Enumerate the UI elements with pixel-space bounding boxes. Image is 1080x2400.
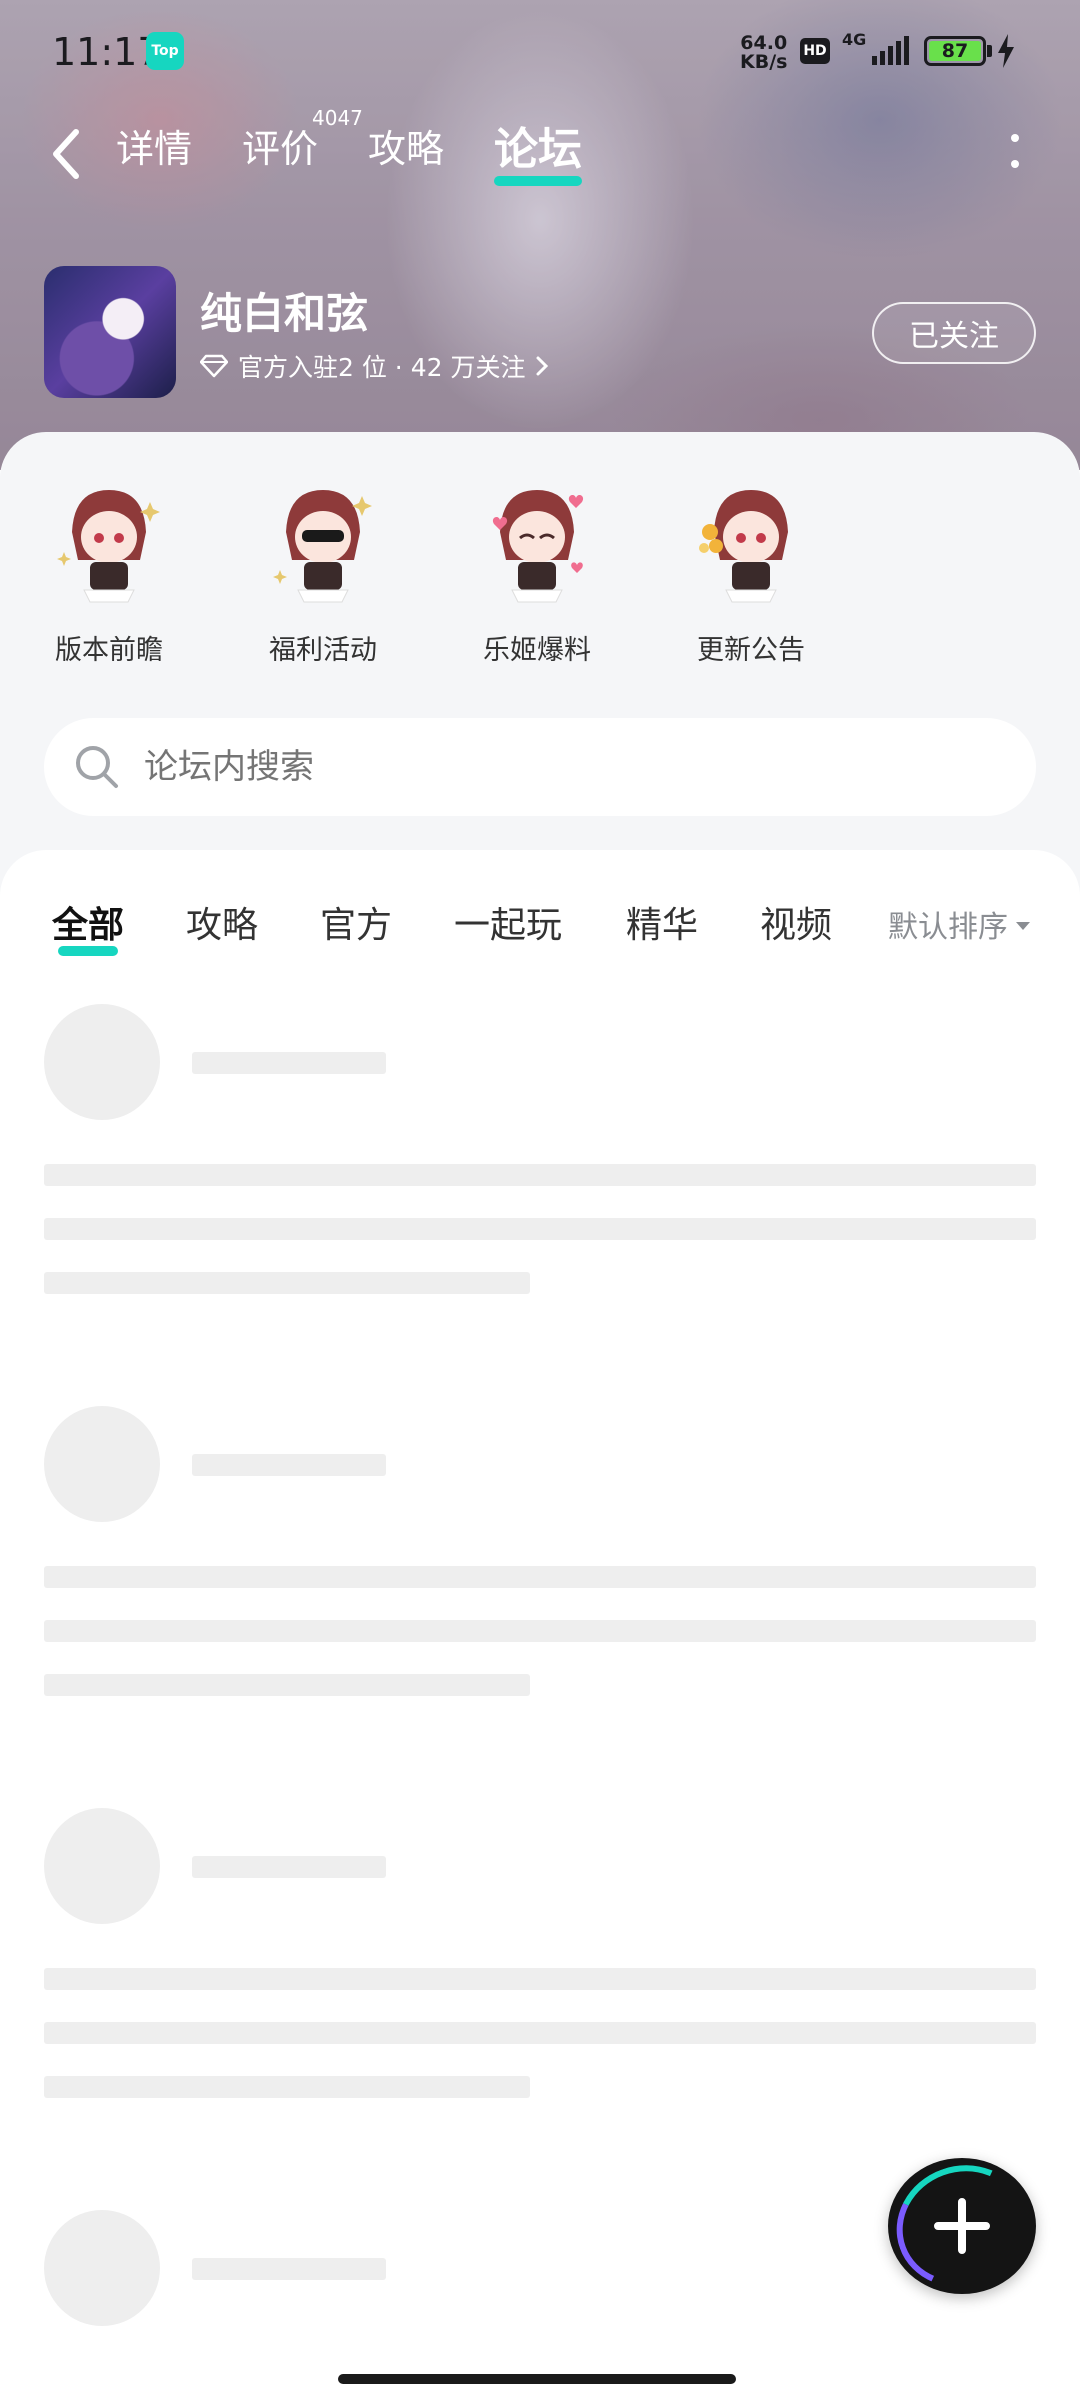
- sort-label: 默认排序: [888, 910, 1008, 945]
- quick-link-label: 乐姬爆料: [483, 635, 591, 666]
- skeleton-text-line: [44, 1968, 1036, 1990]
- skeleton-avatar: [44, 1004, 160, 1120]
- status-bar: 11:17 Top 64.0 KB/s HD 4G 87: [0, 0, 1080, 100]
- battery-cap: [987, 45, 992, 57]
- skeleton-avatar: [44, 1808, 160, 1924]
- quick-link-label: 更新公告: [697, 635, 805, 666]
- skeleton-author-line: [192, 1856, 386, 1878]
- network-speed-unit: KB/s: [740, 51, 788, 73]
- network-type: 4G: [842, 30, 867, 49]
- active-filter-indicator: [58, 946, 119, 956]
- plus-icon: [934, 2198, 990, 2254]
- reviews-count-badge: 4047: [312, 106, 363, 130]
- tab-details[interactable]: 详情: [116, 110, 192, 180]
- chibi-mascot-hearts-icon: [492, 490, 584, 603]
- taptap-app-icon: Top: [146, 32, 184, 70]
- follow-button[interactable]: 已关注: [872, 302, 1036, 364]
- post-list-panel: 全部 攻略 官方 一起玩 精华 视频 默认排序: [0, 850, 1080, 2400]
- network-speed: 64.0 KB/s: [740, 34, 787, 72]
- skeleton-text-line: [44, 1674, 530, 1696]
- quick-link-label: 版本前瞻: [55, 635, 163, 666]
- skeleton-author-line: [192, 1052, 386, 1074]
- quick-link-version-preview[interactable]: 版本前瞻: [34, 482, 184, 667]
- search-icon: [76, 746, 118, 788]
- filter-tab-official[interactable]: 官方: [320, 896, 392, 948]
- signal-icon: [872, 36, 909, 65]
- back-arrow-icon[interactable]: [46, 124, 86, 184]
- game-stats: 官方入驻2 位 · 42 万关注: [238, 353, 526, 382]
- quick-link-update-notice[interactable]: 更新公告: [676, 482, 826, 667]
- home-indicator[interactable]: [338, 2374, 736, 2384]
- skeleton-text-line: [44, 1566, 1036, 1588]
- filter-tab-all-label: 全部: [52, 905, 125, 946]
- chibi-mascot-sunglasses-icon: [273, 490, 372, 603]
- create-post-button[interactable]: [879, 2147, 1045, 2305]
- chevron-right-icon: [536, 356, 549, 376]
- skeleton-text-line: [44, 1218, 1036, 1240]
- skeleton-avatar: [44, 1406, 160, 1522]
- diamond-icon: [200, 354, 228, 378]
- filter-tab-guides[interactable]: 攻略: [186, 896, 258, 948]
- game-title: 纯白和弦: [200, 289, 369, 338]
- skeleton-avatar: [44, 2210, 160, 2326]
- skeleton-text-line: [44, 1164, 1036, 1186]
- sort-dropdown[interactable]: 默认排序: [888, 902, 1030, 946]
- skeleton-text-line: [44, 1620, 1036, 1642]
- skeleton-text-line: [44, 2022, 1036, 2044]
- forum-search-input[interactable]: [144, 747, 944, 787]
- quick-link-label: 福利活动: [269, 635, 377, 666]
- skeleton-text-line: [44, 1272, 530, 1294]
- caret-down-icon: [1016, 922, 1030, 930]
- game-icon[interactable]: [44, 266, 176, 398]
- skeleton-author-line: [192, 2258, 386, 2280]
- filter-tab-all[interactable]: 全部: [52, 896, 125, 956]
- skeleton-text-line: [44, 2076, 530, 2098]
- game-stats-link[interactable]: 官方入驻2 位 · 42 万关注: [200, 348, 549, 384]
- tab-reviews[interactable]: 评价: [242, 110, 318, 180]
- battery-icon: 87: [924, 36, 986, 66]
- chibi-mascot-flowers-icon: [699, 490, 788, 603]
- forum-search-bar[interactable]: [44, 718, 1036, 816]
- forum-panel: 版本前瞻 福利活动 乐姬爆料 更新公告 论坛内搜索 全部 攻略 官方 一起玩 精…: [0, 432, 1080, 2400]
- battery-level: 87: [929, 40, 981, 62]
- quick-link-idol-news[interactable]: 乐姬爆料: [462, 482, 612, 667]
- tab-guides[interactable]: 攻略: [368, 110, 444, 180]
- tab-forum-label: 论坛: [494, 124, 582, 175]
- more-options-icon[interactable]: [1000, 126, 1030, 176]
- active-tab-indicator: [494, 176, 582, 186]
- top-navigation: 详情 评价 4047 攻略 论坛: [0, 106, 1080, 200]
- chibi-mascot-icon: [57, 490, 160, 603]
- skeleton-author-line: [192, 1454, 386, 1476]
- quick-link-welfare[interactable]: 福利活动: [248, 482, 398, 667]
- filter-tab-videos[interactable]: 视频: [760, 896, 832, 948]
- filter-tab-play-together[interactable]: 一起玩: [454, 896, 562, 948]
- filter-tab-featured[interactable]: 精华: [626, 896, 698, 948]
- tab-forum[interactable]: 论坛: [494, 110, 582, 186]
- hd-icon: HD: [800, 38, 830, 64]
- charging-bolt-icon: [998, 34, 1014, 68]
